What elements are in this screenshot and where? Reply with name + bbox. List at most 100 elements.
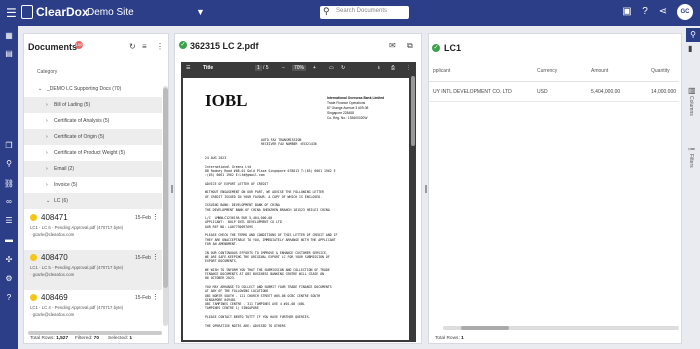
zoom-out-icon[interactable]: − [282,65,285,71]
refresh-icon[interactable]: ↻ [129,42,136,51]
cell-currency[interactable]: USD [537,89,548,95]
tree-node[interactable]: ⌄ _DEMO LC Supporting Docs (70) [24,81,162,97]
sidebar-toggle-icon[interactable]: ☰ [186,65,190,71]
vertical-scrollbar[interactable] [163,86,168,326]
tree-label: Certificate of Product Weight (5) [54,150,126,156]
pdf-scrollbar[interactable] [411,76,415,146]
tree-node[interactable]: › Certificate of Origin (5) [24,129,162,145]
tree-node[interactable]: › Bill of Lading (5) [24,97,162,113]
tree-node[interactable]: › Invoice (5) [24,177,162,193]
search-icon: ⚲ [323,6,330,16]
download-icon[interactable]: ⭳ [378,65,380,73]
panel-title: LC1 [444,43,462,53]
zoom-in-icon[interactable]: + [313,65,316,71]
chevron-right-icon[interactable]: › [46,97,48,113]
document-item[interactable]: 408469 15-Feb ⋮ LC1 · LC 4 - Pending App… [24,290,162,330]
document-icon[interactable]: ▮ [688,44,692,53]
column-header-quantity[interactable]: Quantity [651,68,670,74]
mail-icon[interactable]: ✉ [389,41,396,50]
scroll-thumb[interactable] [163,88,168,288]
zoom-level[interactable]: 70% [292,65,307,71]
chevron-right-icon[interactable]: › [46,113,48,129]
scroll-thumb[interactable] [461,326,509,330]
dashboard-icon[interactable]: ▦ [3,30,15,42]
cleardox-logo-icon [21,5,33,19]
pdf-page-area[interactable]: IOBL International Overseas Bank Limited… [181,76,416,342]
document-item[interactable]: 408471 15-Feb ⋮ LC1 · LC 6 - Pending App… [24,210,162,250]
footer-total: Total Rows: 1,527 [30,336,69,341]
horizontal-scrollbar[interactable] [28,331,162,335]
column-header-amount[interactable]: Amount [591,68,608,74]
count-badge: 100 [75,41,83,49]
link-icon[interactable]: ⛓ [3,178,15,190]
filter-panel-icon[interactable]: ⚲ [686,28,700,42]
infinity-icon[interactable]: ∞ [3,196,15,208]
more-icon[interactable]: ⋮ [152,293,159,301]
tree-node[interactable]: › Certificate of Product Weight (5) [24,145,162,161]
more-icon[interactable]: ⋮ [152,213,159,221]
panel-splitter[interactable] [425,185,427,193]
chevron-down-icon[interactable]: ⌄ [46,193,50,209]
rotate-icon[interactable]: ↻ [341,65,345,71]
chevron-right-icon[interactable]: › [46,145,48,161]
cell-quantity[interactable]: 14,000.000 [651,89,676,95]
column-header-currency[interactable]: Currency [537,68,557,74]
tree-label: _DEMO LC Supporting Docs (70) [47,86,122,92]
tree-label: Certificate of Analysis (5) [54,118,110,124]
horizontal-scrollbar[interactable] [443,326,679,330]
grid-icon[interactable]: ▤ [3,48,15,60]
tree-node[interactable]: › Certificate of Analysis (5) [24,113,162,129]
columns-tab[interactable]: Columns [688,96,694,116]
column-header-category[interactable]: Category [37,69,57,75]
document-file: LC1 · LC 5 - Pending Approval.pdf (47071… [30,265,124,270]
chevron-right-icon[interactable]: › [46,129,48,145]
panel-splitter[interactable] [171,185,173,193]
brand-name: ClearDox [36,5,89,19]
column-header-applicant[interactable]: pplicant [433,68,450,74]
chevron-down-icon[interactable]: ⌄ [38,81,42,97]
document-item[interactable]: 408470 15-Feb ⋮ LC1 · LC 5 - Pending App… [24,250,162,290]
more-icon[interactable]: ⋮ [406,65,411,71]
document-number: 408471 [41,213,68,222]
documents-icon[interactable]: ❐ [3,140,15,152]
chevron-down-icon[interactable]: ▼ [196,7,205,17]
more-icon[interactable]: ⋮ [152,253,159,261]
page-number-input[interactable]: 1 [255,65,262,71]
status-dot [30,294,37,301]
inbox-icon[interactable]: ▣ [620,5,634,19]
print-icon[interactable]: ⎙ [391,65,395,71]
book-icon[interactable]: ▬ [3,234,15,246]
filter-icon[interactable]: ⩴ [688,144,695,154]
tree-node[interactable]: ⌄ LC (6) [24,193,162,209]
footer-filtered: Filtered: 70 [75,336,100,341]
columns-icon[interactable]: ▥ [688,86,696,95]
fit-page-icon[interactable]: ▭ [329,65,334,71]
more-icon[interactable]: ⋮ [156,42,164,51]
tree-label: Invoice (5) [54,182,78,188]
tree-node[interactable]: › Email (2) [24,161,162,177]
list-icon[interactable]: ☰ [3,215,15,227]
chevron-right-icon[interactable]: › [46,177,48,193]
help-nav-icon[interactable]: ? [3,292,15,304]
help-icon[interactable]: ? [638,5,652,19]
search-input[interactable]: ⚲ Search Documents [320,6,409,19]
top-bar: ☰ ClearDox Demo Site ▼ ⚲ Search Document… [0,0,700,26]
share-icon[interactable]: ⋖ [656,5,670,19]
open-external-icon[interactable]: ⧉ [407,41,413,51]
status-dot [30,254,37,261]
avatar[interactable]: GC [677,4,693,20]
cell-applicant[interactable]: UY INTL DEVELOPMENT CO. LTD [433,89,512,95]
menu-icon[interactable]: ☰ [6,6,17,20]
cell-amount[interactable]: 5,404,000.00 [591,89,620,95]
site-selector[interactable]: Demo Site [87,7,134,18]
left-nav-rail: ▦ ▤ ❐ ⚲ ⛓ ∞ ☰ ▬ ✣ ⚙ ? [0,26,18,349]
settings-icon[interactable]: ⚙ [3,273,15,285]
chevron-right-icon[interactable]: › [46,161,48,177]
tree-label: LC (6) [54,198,68,204]
workflow-icon[interactable]: ✣ [3,254,15,266]
document-title: 362315 LC 2.pdf [190,41,259,51]
status-dot [30,214,37,221]
filters-tab[interactable]: Filters [688,154,694,168]
search-nav-icon[interactable]: ⚲ [3,158,15,170]
filter-icon[interactable]: ≡ [142,42,147,51]
